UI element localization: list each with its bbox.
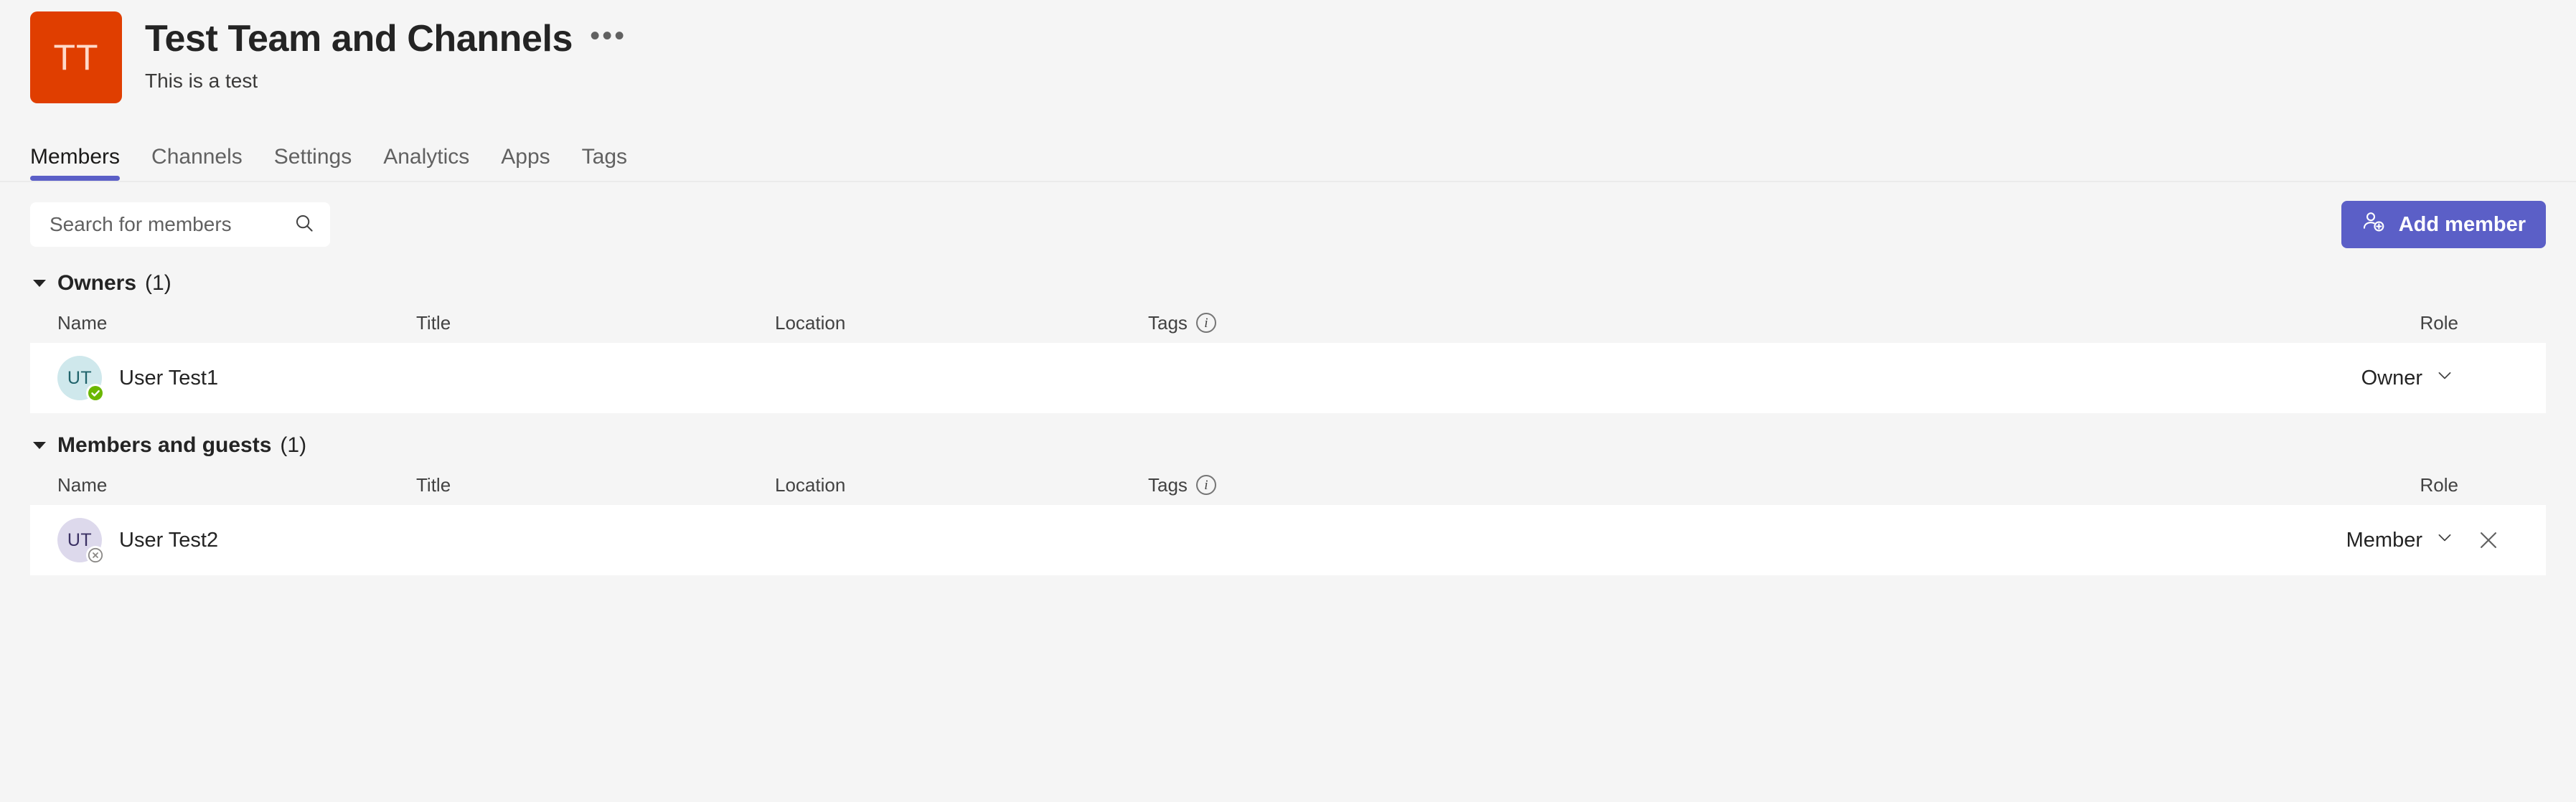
members-guests-column-headers: Name Title Location Tags i Role	[30, 465, 2546, 505]
team-logo-initials: TT	[53, 37, 99, 77]
column-header-tags-group: Tags i	[1148, 312, 2295, 334]
team-header: TT Test Team and Channels ••• This is a …	[0, 0, 2576, 131]
column-header-role: Role	[2420, 311, 2458, 334]
tab-bar: Members Channels Settings Analytics Apps…	[0, 131, 2576, 182]
tab-settings-label: Settings	[273, 145, 352, 169]
chevron-down-icon[interactable]	[33, 280, 46, 287]
member-name-cell: UT User Test1	[57, 356, 416, 402]
info-icon[interactable]: i	[1195, 313, 1216, 333]
role-dropdown[interactable]: Owner	[2361, 366, 2454, 390]
column-header-name: Name	[57, 311, 108, 334]
tab-apps-label: Apps	[501, 145, 550, 169]
member-name: User Test2	[119, 528, 219, 552]
chevron-down-icon[interactable]	[33, 442, 46, 449]
add-member-button[interactable]: Add member	[2341, 201, 2546, 248]
column-header-role: Role	[2420, 473, 2458, 496]
members-guests-section-title: Members and guests	[57, 433, 272, 457]
search-icon[interactable]	[293, 212, 315, 237]
role-dropdown[interactable]: Member	[2346, 528, 2454, 552]
tab-analytics-label: Analytics	[383, 145, 470, 169]
tab-members-label: Members	[30, 145, 121, 169]
add-member-label: Add member	[2398, 212, 2526, 236]
info-icon[interactable]: i	[1195, 475, 1216, 495]
members-guests-section-header[interactable]: Members and guests (1)	[30, 413, 2546, 465]
owners-section: Owners (1) Name Title Location Tags i Ro…	[0, 251, 2576, 413]
team-description: This is a test	[145, 70, 258, 93]
avatar: UT	[57, 356, 105, 402]
presence-offline-icon	[86, 546, 105, 565]
team-title-row: Test Team and Channels •••	[145, 18, 631, 60]
avatar: UT	[57, 518, 105, 565]
remove-member-placeholder	[2468, 358, 2509, 398]
owners-section-count: (1)	[145, 271, 171, 295]
team-logo: TT	[30, 11, 122, 103]
tab-tags-label: Tags	[581, 145, 628, 169]
more-options-icon[interactable]: •••	[586, 22, 631, 57]
remove-member-button[interactable]	[2468, 520, 2509, 560]
owners-section-title: Owners	[57, 271, 137, 295]
table-row[interactable]: UT User Test2 Member	[30, 505, 2546, 575]
column-header-name: Name	[57, 473, 108, 496]
table-row[interactable]: UT User Test1 Owner	[30, 343, 2546, 413]
member-role-cell: Owner	[2295, 358, 2532, 398]
chevron-down-icon	[2435, 528, 2454, 552]
chevron-down-icon	[2435, 366, 2454, 390]
column-header-tags: Tags	[1148, 473, 1188, 496]
person-add-icon	[2361, 209, 2386, 240]
member-name-cell: UT User Test2	[57, 518, 416, 565]
column-header-location: Location	[775, 311, 846, 334]
search-input[interactable]	[48, 212, 286, 237]
page-title: Test Team and Channels	[145, 18, 573, 60]
search-box[interactable]	[30, 202, 330, 247]
role-value: Member	[2346, 528, 2422, 552]
column-header-tags: Tags	[1148, 311, 1188, 334]
column-header-location: Location	[775, 473, 846, 496]
presence-available-icon	[86, 384, 105, 402]
owners-column-headers: Name Title Location Tags i Role	[30, 303, 2546, 343]
member-name: User Test1	[119, 366, 219, 390]
column-header-tags-group: Tags i	[1148, 474, 2295, 496]
members-toolbar: Add member	[0, 182, 2576, 251]
tab-settings[interactable]: Settings	[258, 145, 367, 181]
tab-tags[interactable]: Tags	[566, 145, 643, 181]
tab-analytics[interactable]: Analytics	[367, 145, 485, 181]
column-header-title: Title	[416, 311, 451, 334]
members-guests-section-count: (1)	[280, 433, 307, 457]
owners-section-header[interactable]: Owners (1)	[30, 251, 2546, 303]
tab-apps[interactable]: Apps	[485, 145, 565, 181]
role-value: Owner	[2361, 366, 2422, 390]
tab-members[interactable]: Members	[30, 145, 136, 181]
column-header-title: Title	[416, 473, 451, 496]
tab-channels-label: Channels	[151, 145, 243, 169]
members-guests-section: Members and guests (1) Name Title Locati…	[0, 413, 2576, 575]
team-header-text: Test Team and Channels ••• This is a tes…	[145, 11, 631, 93]
member-role-cell: Member	[2295, 520, 2532, 560]
tab-channels[interactable]: Channels	[136, 145, 258, 181]
